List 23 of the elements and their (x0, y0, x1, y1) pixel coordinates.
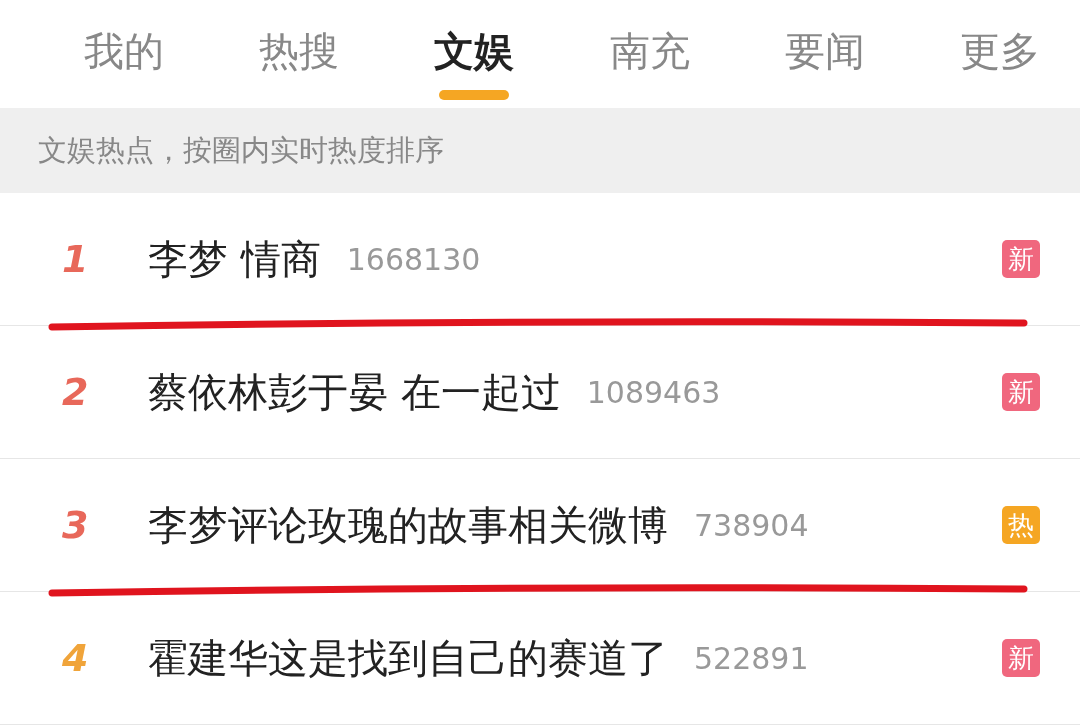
tab[interactable]: 文娱 (434, 0, 515, 84)
topic-title[interactable]: 李梦评论玫瑰的故事相关微博 (148, 497, 668, 553)
tab[interactable]: 我的 (84, 0, 164, 84)
topic-badge: 热 (1002, 506, 1040, 544)
rank-number: 1 (62, 237, 90, 281)
tab[interactable]: 南充 (609, 0, 690, 84)
tab[interactable]: 热搜 (259, 0, 340, 84)
heat-count: 738904 (694, 507, 809, 543)
topic-badge: 新 (1002, 240, 1040, 278)
section-notice: 文娱热点，按圈内实时热度排序 (0, 108, 1080, 193)
rank-number: 2 (62, 370, 90, 414)
heat-count: 1668130 (346, 241, 481, 277)
topic-title[interactable]: 霍建华这是找到自己的赛道了 (148, 630, 668, 686)
topic-badge: 新 (1002, 373, 1040, 411)
topic-title[interactable]: 蔡依林彭于晏 在一起过 (148, 364, 561, 420)
topic-title[interactable]: 李梦 情商 (148, 231, 321, 287)
rank-number: 4 (62, 636, 90, 680)
heat-count: 522891 (694, 640, 809, 676)
tab[interactable]: 要闻 (784, 0, 865, 84)
rank-number: 3 (62, 503, 90, 547)
heat-count: 1089463 (586, 374, 721, 410)
tab[interactable]: 更多 (959, 0, 1040, 84)
topic-badge: 新 (1002, 639, 1040, 677)
